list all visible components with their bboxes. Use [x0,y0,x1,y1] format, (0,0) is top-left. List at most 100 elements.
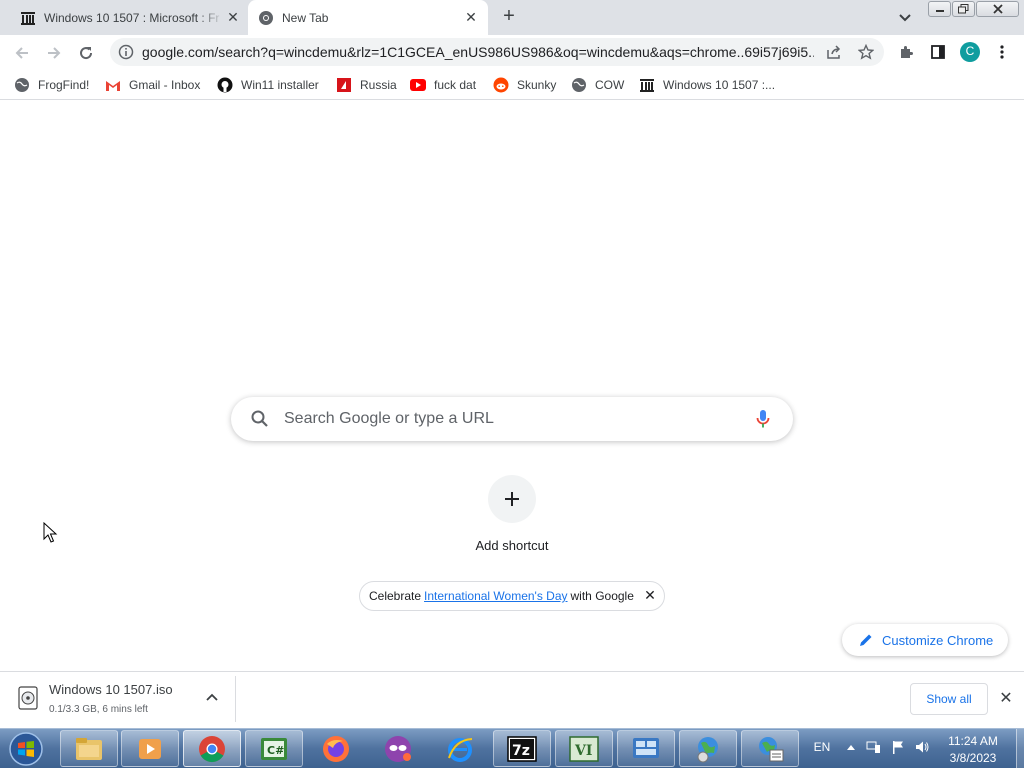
bookmark-gmail[interactable]: Gmail - Inbox [105,75,200,95]
close-icon[interactable]: ✕ [997,689,1015,707]
customize-label: Customize Chrome [882,632,994,648]
archive-org-icon [639,77,655,93]
tab-archive[interactable]: Windows 10 1507 : Microsoft : Fr ✕ [10,0,248,35]
show-desktop-button[interactable] [1016,729,1024,768]
taskbar-csharp[interactable]: C# [245,730,303,767]
svg-text:C#: C# [267,744,284,757]
bookmark-win11-installer[interactable]: Win11 installer [217,75,319,95]
mouse-pointer-icon [43,521,59,544]
close-icon[interactable]: ✕ [224,9,242,27]
extensions-icon[interactable] [894,40,918,64]
reddit-icon [493,77,509,93]
search-placeholder[interactable]: Search Google or type a URL [284,410,494,428]
more-menu-icon[interactable] [990,40,1014,64]
restore-button[interactable] [952,1,975,17]
promo-link[interactable]: International Women's Day [424,589,567,603]
close-icon[interactable]: ✕ [642,587,658,603]
forward-icon[interactable] [42,41,66,65]
customize-chrome-button[interactable]: Customize Chrome [842,624,1008,656]
bookmark-star-icon[interactable] [854,40,878,64]
microphone-icon[interactable] [754,408,772,430]
7zip-icon: 7z [507,735,537,762]
bookmark-skunky[interactable]: Skunky [493,75,556,95]
taskbar-explorer[interactable] [60,730,118,767]
language-indicator[interactable]: EN [810,740,834,754]
svg-text:VI: VI [574,743,592,759]
github-icon [217,77,233,93]
download-filename: Windows 10 1507.iso [49,682,173,697]
archive-org-icon [20,10,36,26]
taskbar-private-browser[interactable] [369,730,427,767]
profile-avatar[interactable]: C [958,40,982,64]
bookmark-frogfind[interactable]: FrogFind! [14,75,89,95]
tab-title: New Tab [282,10,329,25]
bookmark-label: COW [595,78,625,92]
bookmark-cow[interactable]: COW [571,75,624,95]
devices-icon[interactable] [866,739,882,755]
bookmark-label: Gmail - Inbox [129,78,201,92]
taskbar-chrome[interactable] [183,730,241,767]
svg-text:7z: 7z [512,743,530,759]
minimize-button[interactable] [928,1,951,17]
close-window-button[interactable] [976,1,1019,17]
action-center-flag-icon[interactable] [890,739,906,755]
internet-explorer-icon [448,737,473,762]
network-globe-icon [697,736,718,762]
firefox-icon [323,735,349,762]
gmail-icon [105,77,121,93]
bookmark-label: FrogFind! [38,78,90,92]
start-button[interactable] [4,730,48,768]
media-player-icon [139,738,161,759]
taskbar-network-globe[interactable] [679,730,737,767]
tab-search-icon[interactable] [896,8,914,26]
profile-initial: C [965,44,975,58]
taskbar-network-settings[interactable] [741,730,799,767]
side-panel-icon[interactable] [926,40,950,64]
bookmark-label: Win11 installer [241,78,319,92]
bookmark-label: Skunky [517,78,557,92]
taskbar-7zip[interactable]: 7z [493,730,551,767]
taskbar-control-panel[interactable] [617,730,675,767]
chrome-icon [199,735,225,762]
url-text[interactable]: google.com/search?q=wincdemu&rlz=1C1GCEA… [142,44,814,60]
globe-icon [14,77,30,93]
new-tab-button[interactable]: + [498,6,520,28]
taskbar-media-player[interactable] [121,730,179,767]
tab-title: Windows 10 1507 : Microsoft : Fr [44,10,220,25]
vi-editor-icon: VI [569,735,599,762]
clock-time[interactable]: 11:24 AM [940,734,1006,748]
bookmark-youtube[interactable]: fuck dat [410,75,476,95]
bookmark-label: fuck dat [434,78,477,92]
add-shortcut-button[interactable] [488,475,536,523]
chevron-up-icon[interactable] [204,690,220,706]
show-hidden-icons-icon[interactable] [843,739,859,755]
reload-icon[interactable] [74,41,98,65]
iso-file-icon [17,686,39,710]
promo-text-after: with Google [570,589,634,603]
bookmark-russia[interactable]: Russia [336,75,397,95]
add-shortcut-label[interactable]: Add shortcut [452,538,572,553]
tab-new-tab[interactable]: New Tab ✕ [248,0,488,35]
bookmark-windows10-1507[interactable]: Windows 10 1507 :... [639,75,775,95]
chrome-icon [258,10,274,26]
clock-date[interactable]: 3/8/2023 [940,751,1006,765]
pencil-icon [860,634,872,646]
share-icon[interactable] [822,40,846,64]
close-icon[interactable]: ✕ [462,9,480,27]
taskbar-internet-explorer[interactable] [431,730,489,767]
bookmark-label: Russia [360,78,397,92]
back-icon[interactable] [10,41,34,65]
show-all-downloads-button[interactable]: Show all [910,683,988,715]
volume-icon[interactable] [914,739,930,755]
csharp-icon: C# [261,737,287,760]
download-status: 0.1/3.3 GB, 6 mins left [49,704,148,715]
search-icon [250,409,270,429]
taskbar-firefox[interactable] [307,730,365,767]
globe-icon [571,77,587,93]
masked-browser-icon [385,735,411,762]
russia-site-icon [336,77,352,93]
taskbar-vi-editor[interactable]: VI [555,730,613,767]
site-info-icon[interactable] [114,40,138,64]
bookmark-label: Windows 10 1507 :... [663,78,776,92]
network-settings-icon [759,736,784,761]
